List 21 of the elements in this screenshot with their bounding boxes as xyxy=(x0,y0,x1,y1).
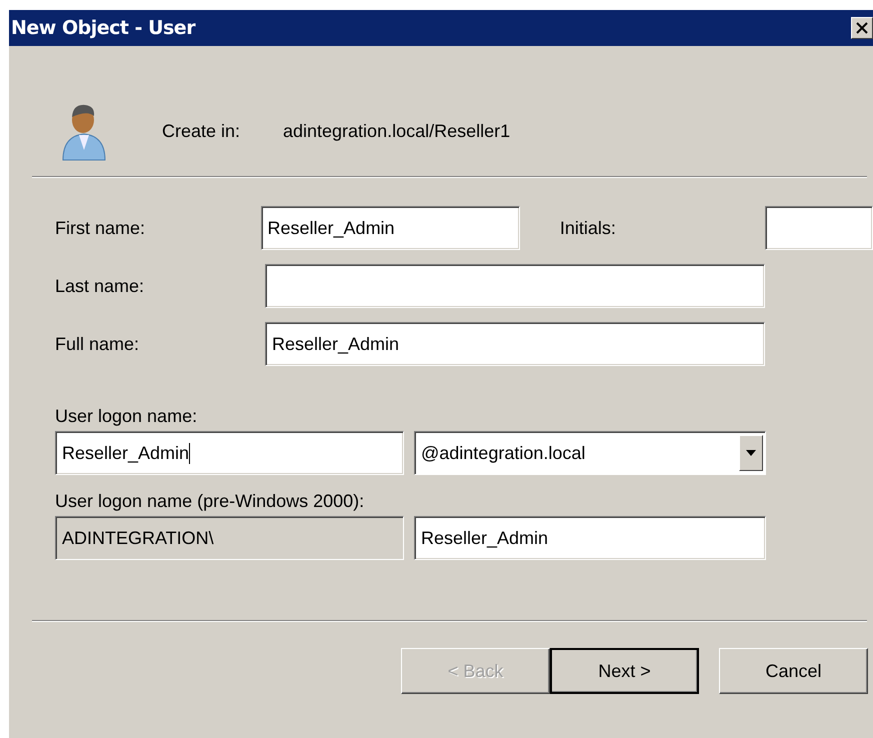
window-title: New Object - User xyxy=(11,17,196,39)
field-label: Last name: xyxy=(55,276,146,296)
close-icon xyxy=(856,22,868,34)
logon-name-label: User logon name: xyxy=(55,406,198,427)
input-field[interactable]: Reseller_Admin xyxy=(55,431,404,475)
pre-windows-label: User logon name (pre-Windows 2000): xyxy=(55,491,366,512)
domain-dropdown[interactable]: @adintegration.local xyxy=(414,431,766,475)
wizard-button[interactable]: Next > xyxy=(550,648,699,694)
create-in-label: Create in: xyxy=(162,120,242,142)
field-label: Full name: xyxy=(55,334,140,354)
input-field[interactable] xyxy=(765,206,873,250)
wizard-button[interactable]: Cancel xyxy=(719,648,868,694)
input-field[interactable]: Reseller_Admin xyxy=(414,516,766,560)
field-label: Initials: xyxy=(560,218,617,238)
field-label: First name: xyxy=(55,218,146,238)
close-button[interactable] xyxy=(851,17,873,39)
input-field[interactable]: Reseller_Admin xyxy=(260,206,520,250)
input-field[interactable] xyxy=(265,264,765,308)
dropdown-arrow-icon xyxy=(746,450,756,456)
input-field[interactable]: Reseller_Admin xyxy=(265,322,765,366)
container-path: adintegration.local/Reseller1 xyxy=(283,120,510,142)
